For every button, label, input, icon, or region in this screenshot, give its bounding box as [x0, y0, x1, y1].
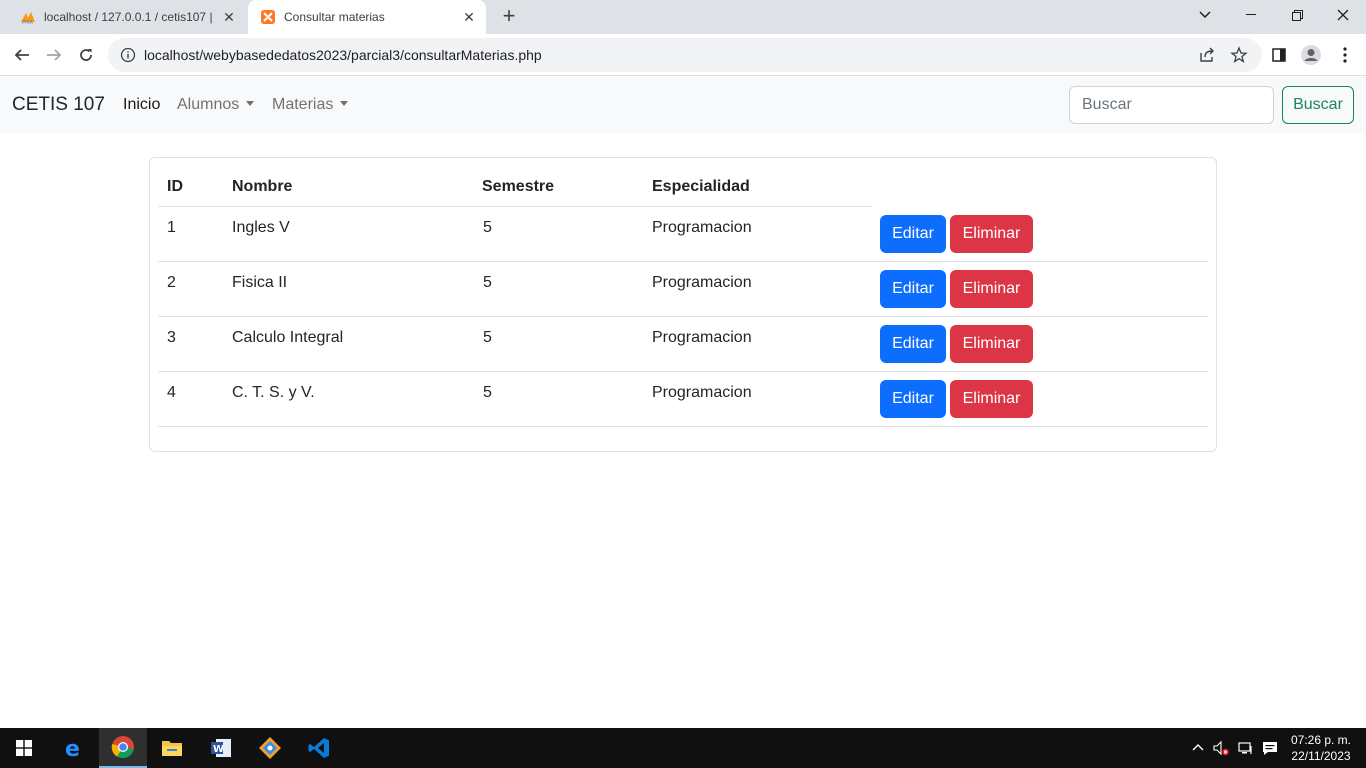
- nav-dropdown-alumnos[interactable]: Alumnos: [177, 96, 255, 114]
- tab-title: localhost / 127.0.0.1 / cetis107 |: [44, 10, 213, 24]
- cell-nombre: C. T. S. y V.: [232, 384, 315, 401]
- star-icon[interactable]: [1230, 46, 1248, 64]
- file-explorer-icon[interactable]: [148, 728, 196, 768]
- column-header-semestre: Semestre: [482, 178, 555, 195]
- cell-nombre: Ingles V: [232, 219, 290, 236]
- restore-button[interactable]: [1274, 0, 1320, 30]
- cell-semestre: 5: [483, 219, 492, 236]
- caret-down-icon: [340, 101, 349, 106]
- browser-toolbar: localhost/webybasededatos2023/parcial3/c…: [0, 34, 1366, 76]
- cell-nombre: Fisica II: [232, 274, 288, 291]
- delete-button[interactable]: Eliminar: [950, 270, 1033, 308]
- delete-button[interactable]: Eliminar: [950, 380, 1033, 418]
- tab-title: Consultar materias: [284, 10, 385, 24]
- edit-button[interactable]: Editar: [880, 215, 946, 253]
- windows-start-icon[interactable]: [0, 728, 48, 768]
- tab-phpmyadmin[interactable]: PMA localhost / 127.0.0.1 / cetis107 | ✕: [8, 0, 246, 34]
- profile-avatar-icon[interactable]: [1300, 44, 1322, 66]
- reload-icon: [80, 49, 92, 61]
- chrome-icon[interactable]: [99, 728, 147, 768]
- cell-especialidad: Programacion: [652, 219, 752, 236]
- caret-down-icon: [246, 101, 255, 106]
- forward-arrow-icon: [47, 49, 62, 61]
- column-header-especialidad: Especialidad: [652, 178, 750, 195]
- navbar-brand[interactable]: CETIS 107: [12, 94, 105, 116]
- xampp-icon: [261, 10, 275, 24]
- table-row: 4 C. T. S. y V. 5 Programacion Editar El…: [158, 372, 1208, 427]
- clock-time: 07:26 p. m.: [1290, 733, 1352, 747]
- vscode-icon[interactable]: [295, 728, 343, 768]
- address-bar[interactable]: localhost/webybasededatos2023/parcial3/c…: [108, 38, 1262, 72]
- clock-date: 22/11/2023: [1291, 749, 1351, 763]
- column-header-id: ID: [167, 178, 183, 195]
- svg-text:PMA: PMA: [22, 20, 33, 25]
- tab-consultar-materias[interactable]: Consultar materias ✕: [248, 0, 486, 34]
- delete-button[interactable]: Eliminar: [950, 325, 1033, 363]
- word-icon[interactable]: W: [197, 728, 245, 768]
- back-button[interactable]: [10, 43, 34, 67]
- reload-button[interactable]: [74, 43, 98, 67]
- close-icon[interactable]: ✕: [218, 6, 240, 28]
- nav-link-inicio[interactable]: Inicio: [123, 96, 160, 114]
- tab-search-icon[interactable]: [1182, 0, 1228, 30]
- cell-semestre: 5: [483, 329, 492, 346]
- cell-id: 2: [167, 274, 176, 291]
- edge-icon[interactable]: e: [50, 728, 98, 768]
- edit-button[interactable]: Editar: [880, 325, 946, 363]
- back-arrow-icon: [14, 49, 29, 61]
- close-window-button[interactable]: [1320, 0, 1366, 30]
- url-text: localhost/webybasededatos2023/parcial3/c…: [144, 47, 542, 63]
- cell-semestre: 5: [483, 384, 492, 401]
- search-input[interactable]: [1069, 86, 1274, 124]
- git-icon[interactable]: [246, 728, 294, 768]
- table-row: 2 Fisica II 5 Programacion Editar Elimin…: [158, 262, 1208, 317]
- nav-dropdown-materias[interactable]: Materias: [272, 96, 349, 114]
- cell-especialidad: Programacion: [652, 384, 752, 401]
- column-header-nombre: Nombre: [232, 178, 293, 195]
- nav-dropdown-label: Alumnos: [177, 96, 240, 113]
- site-navbar: CETIS 107 Inicio Alumnos Materias Buscar: [0, 77, 1366, 133]
- table-row: 3 Calculo Integral 5 Programacion Editar…: [158, 317, 1208, 372]
- cell-especialidad: Programacion: [652, 329, 752, 346]
- network-icon[interactable]: [1238, 740, 1254, 756]
- table-row: 1 Ingles V 5 Programacion Editar Elimina…: [158, 207, 1208, 262]
- edit-button[interactable]: Editar: [880, 380, 946, 418]
- cell-especialidad: Programacion: [652, 274, 752, 291]
- browser-tab-strip: PMA localhost / 127.0.0.1 / cetis107 | ✕…: [0, 0, 1366, 34]
- edit-button[interactable]: Editar: [880, 270, 946, 308]
- new-tab-button[interactable]: +: [498, 5, 520, 28]
- minimize-button[interactable]: [1228, 0, 1274, 30]
- system-clock[interactable]: 07:26 p. m. 22/11/2023: [1284, 732, 1358, 764]
- side-panel-icon[interactable]: [1268, 44, 1290, 66]
- volume-muted-icon[interactable]: [1213, 740, 1229, 756]
- cell-id: 1: [167, 219, 176, 236]
- windows-taskbar: e W 07:26 p. m. 22/11/2023: [0, 728, 1366, 768]
- svg-text:e: e: [65, 737, 80, 759]
- info-icon[interactable]: [120, 47, 136, 63]
- cell-semestre: 5: [483, 274, 492, 291]
- menu-kebab-icon[interactable]: [1334, 44, 1356, 66]
- nav-dropdown-label: Materias: [272, 96, 334, 113]
- phpmyadmin-icon: PMA: [21, 12, 35, 25]
- search-button[interactable]: Buscar: [1282, 86, 1354, 124]
- materias-card: ID Nombre Semestre Especialidad 1 Ingles…: [149, 157, 1217, 452]
- cell-id: 4: [167, 384, 176, 401]
- chevron-up-icon[interactable]: [1190, 740, 1206, 756]
- forward-button[interactable]: [42, 43, 66, 67]
- delete-button[interactable]: Eliminar: [950, 215, 1033, 253]
- cell-id: 3: [167, 329, 176, 346]
- svg-text:W: W: [213, 744, 224, 755]
- share-icon[interactable]: [1198, 46, 1216, 64]
- notification-icon[interactable]: [1262, 740, 1278, 756]
- cell-nombre: Calculo Integral: [232, 329, 344, 346]
- close-icon[interactable]: ✕: [458, 6, 480, 28]
